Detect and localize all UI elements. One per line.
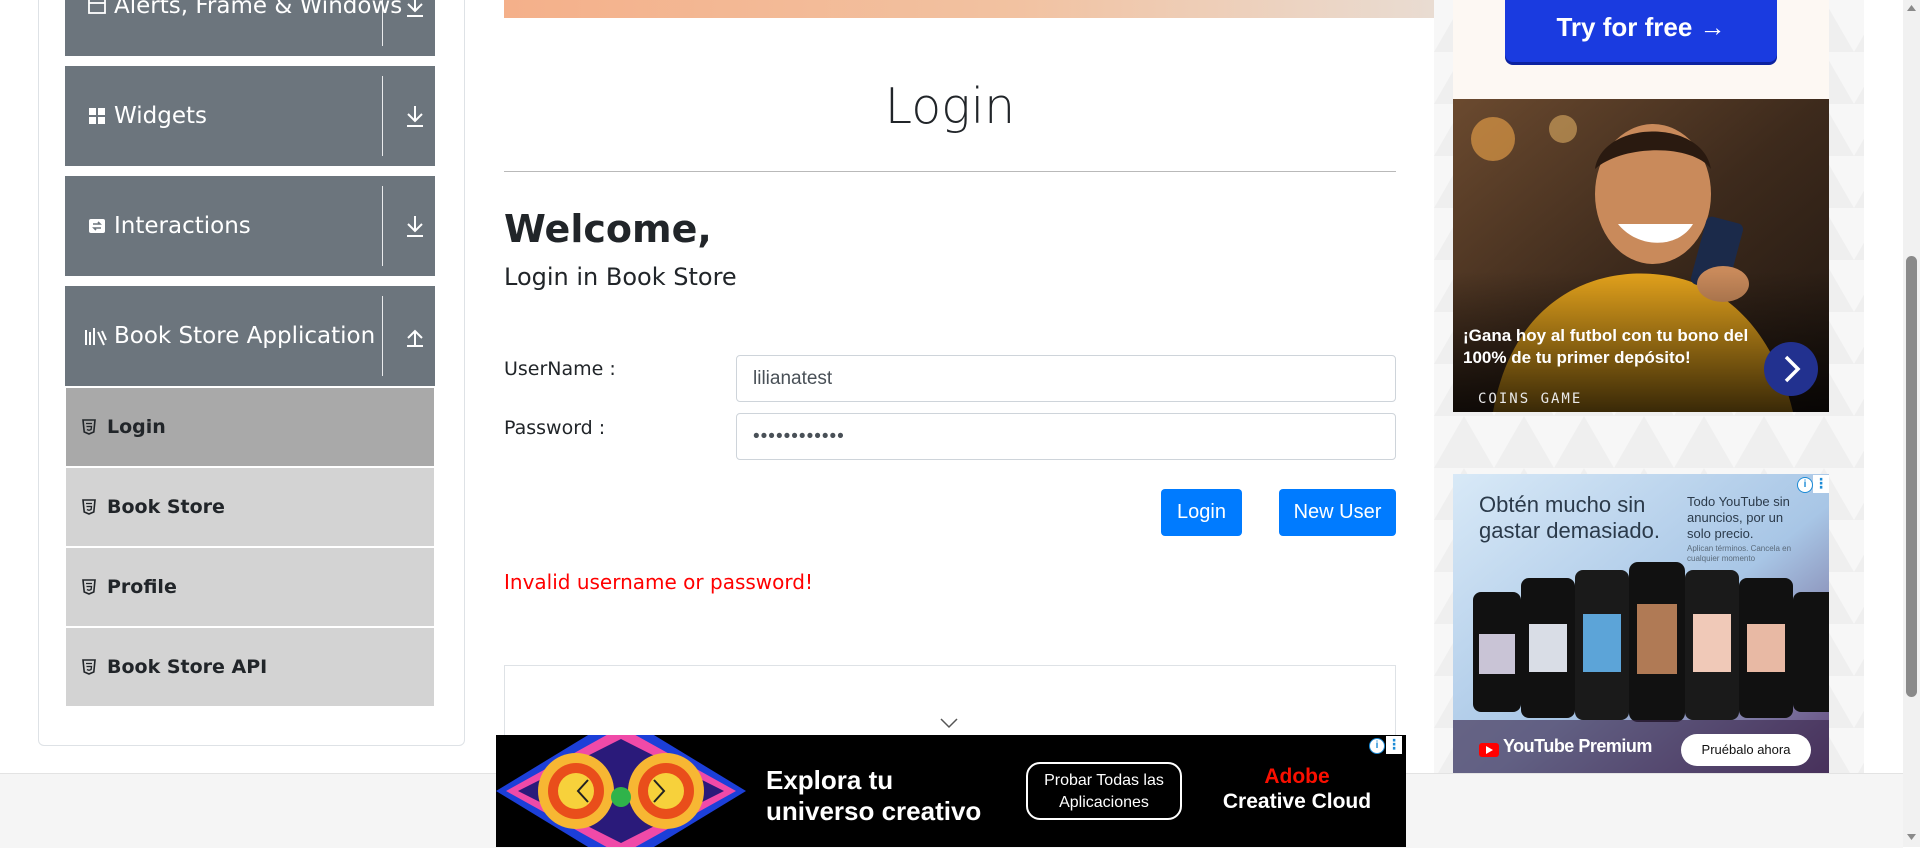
- download-arrow-icon[interactable]: [403, 213, 427, 239]
- try-for-free-button[interactable]: Try for free →: [1505, 0, 1777, 62]
- adchoices-icon[interactable]: i: [1797, 477, 1813, 493]
- group-label: Alerts, Frame & Windows: [114, 0, 403, 19]
- ad-brand: COINS GAME: [1478, 391, 1583, 407]
- group-widgets[interactable]: Widgets: [65, 66, 435, 166]
- ad-coins-game[interactable]: ¡Gana hoy al futbol con tu bono del 100%…: [1453, 99, 1829, 412]
- group-label: Book Store Application: [114, 323, 376, 349]
- ad-fineprint: Aplican términos. Cancela en cualquier m…: [1687, 544, 1792, 563]
- password-input[interactable]: [736, 413, 1396, 460]
- page-title: Login: [884, 78, 1016, 135]
- ad-headline: Explora tu universo creativo: [766, 765, 982, 826]
- sidebar-item-label: Login: [107, 416, 166, 438]
- divider: [382, 296, 383, 376]
- html5-icon: [82, 499, 96, 515]
- creative-cloud-text: Creative Cloud: [1222, 790, 1372, 813]
- ad-next-button[interactable]: [1764, 342, 1818, 396]
- sidebar-item-label: Book Store: [107, 496, 225, 518]
- group-book-store-application[interactable]: Book Store Application: [65, 286, 435, 386]
- ad-headline: Obtén mucho sin gastar demasiado.: [1479, 492, 1660, 543]
- sidebar-item-book-store[interactable]: Book Store: [66, 468, 434, 546]
- widgets-icon: [89, 108, 105, 124]
- ad-adobe-creative-cloud[interactable]: Explora tu universo creativo Probar Toda…: [496, 735, 1406, 847]
- divider: [382, 186, 383, 266]
- login-subheading: Login in Book Store: [504, 263, 737, 291]
- chevron-right-icon: [1784, 355, 1801, 383]
- try-all-apps-button[interactable]: Probar Todas las Aplicaciones: [1026, 762, 1182, 820]
- scrollbar-thumb[interactable]: [1906, 256, 1917, 697]
- sidebar-item-profile[interactable]: Profile: [66, 548, 434, 626]
- group-label: Widgets: [114, 103, 207, 129]
- username-label: UserName :: [504, 358, 616, 380]
- sidebar-item-login[interactable]: Login: [66, 388, 434, 466]
- sidebar-item-book-store-api[interactable]: Book Store API: [66, 628, 434, 706]
- top-banner-image: [504, 0, 1434, 18]
- download-arrow-icon[interactable]: [403, 0, 427, 19]
- chevron-down-icon[interactable]: [939, 717, 959, 729]
- adchoices-icon[interactable]: i: [1369, 738, 1385, 754]
- ad-menu-icon[interactable]: ⋮: [1386, 736, 1402, 754]
- divider: [382, 76, 383, 156]
- scroll-down-icon[interactable]: [1905, 832, 1918, 842]
- group-alerts-frame-windows[interactable]: Alerts, Frame & Windows: [65, 0, 435, 56]
- ad-menu-icon[interactable]: ⋮: [1813, 475, 1829, 493]
- ad-youtube-premium[interactable]: Obtén mucho sin gastar demasiado. Todo Y…: [1453, 474, 1829, 774]
- password-label: Password :: [504, 417, 606, 439]
- youtube-premium-logo: YouTube Premium: [1503, 736, 1652, 756]
- html5-icon: [82, 419, 96, 435]
- ad-subline: Todo YouTube sin anuncios, por un solo p…: [1687, 494, 1790, 541]
- username-input[interactable]: [736, 355, 1396, 402]
- html5-icon: [82, 659, 96, 675]
- window-icon: [88, 0, 106, 14]
- error-message: Invalid username or password!: [504, 570, 813, 594]
- adobe-logo-text: Adobe: [1264, 765, 1330, 788]
- new-user-button[interactable]: New User: [1279, 489, 1396, 536]
- welcome-heading: Welcome,: [504, 207, 712, 251]
- login-button[interactable]: Login: [1161, 489, 1242, 536]
- divider: [382, 0, 383, 46]
- divider: [504, 171, 1396, 172]
- ad-artwork-image: [496, 735, 746, 847]
- books-icon: [85, 328, 107, 346]
- scroll-up-icon[interactable]: [1905, 3, 1918, 13]
- upload-arrow-icon[interactable]: [403, 323, 427, 349]
- html5-icon: [82, 579, 96, 595]
- try-now-button[interactable]: Pruébalo ahora: [1681, 734, 1811, 766]
- interactions-icon: [89, 219, 105, 233]
- ad-caption: ¡Gana hoy al futbol con tu bono del 100%…: [1463, 326, 1749, 367]
- download-arrow-icon[interactable]: [403, 103, 427, 129]
- group-interactions[interactable]: Interactions: [65, 176, 435, 276]
- sidebar-item-label: Book Store API: [107, 656, 268, 678]
- sidebar-item-label: Profile: [107, 576, 177, 598]
- group-label: Interactions: [114, 213, 251, 239]
